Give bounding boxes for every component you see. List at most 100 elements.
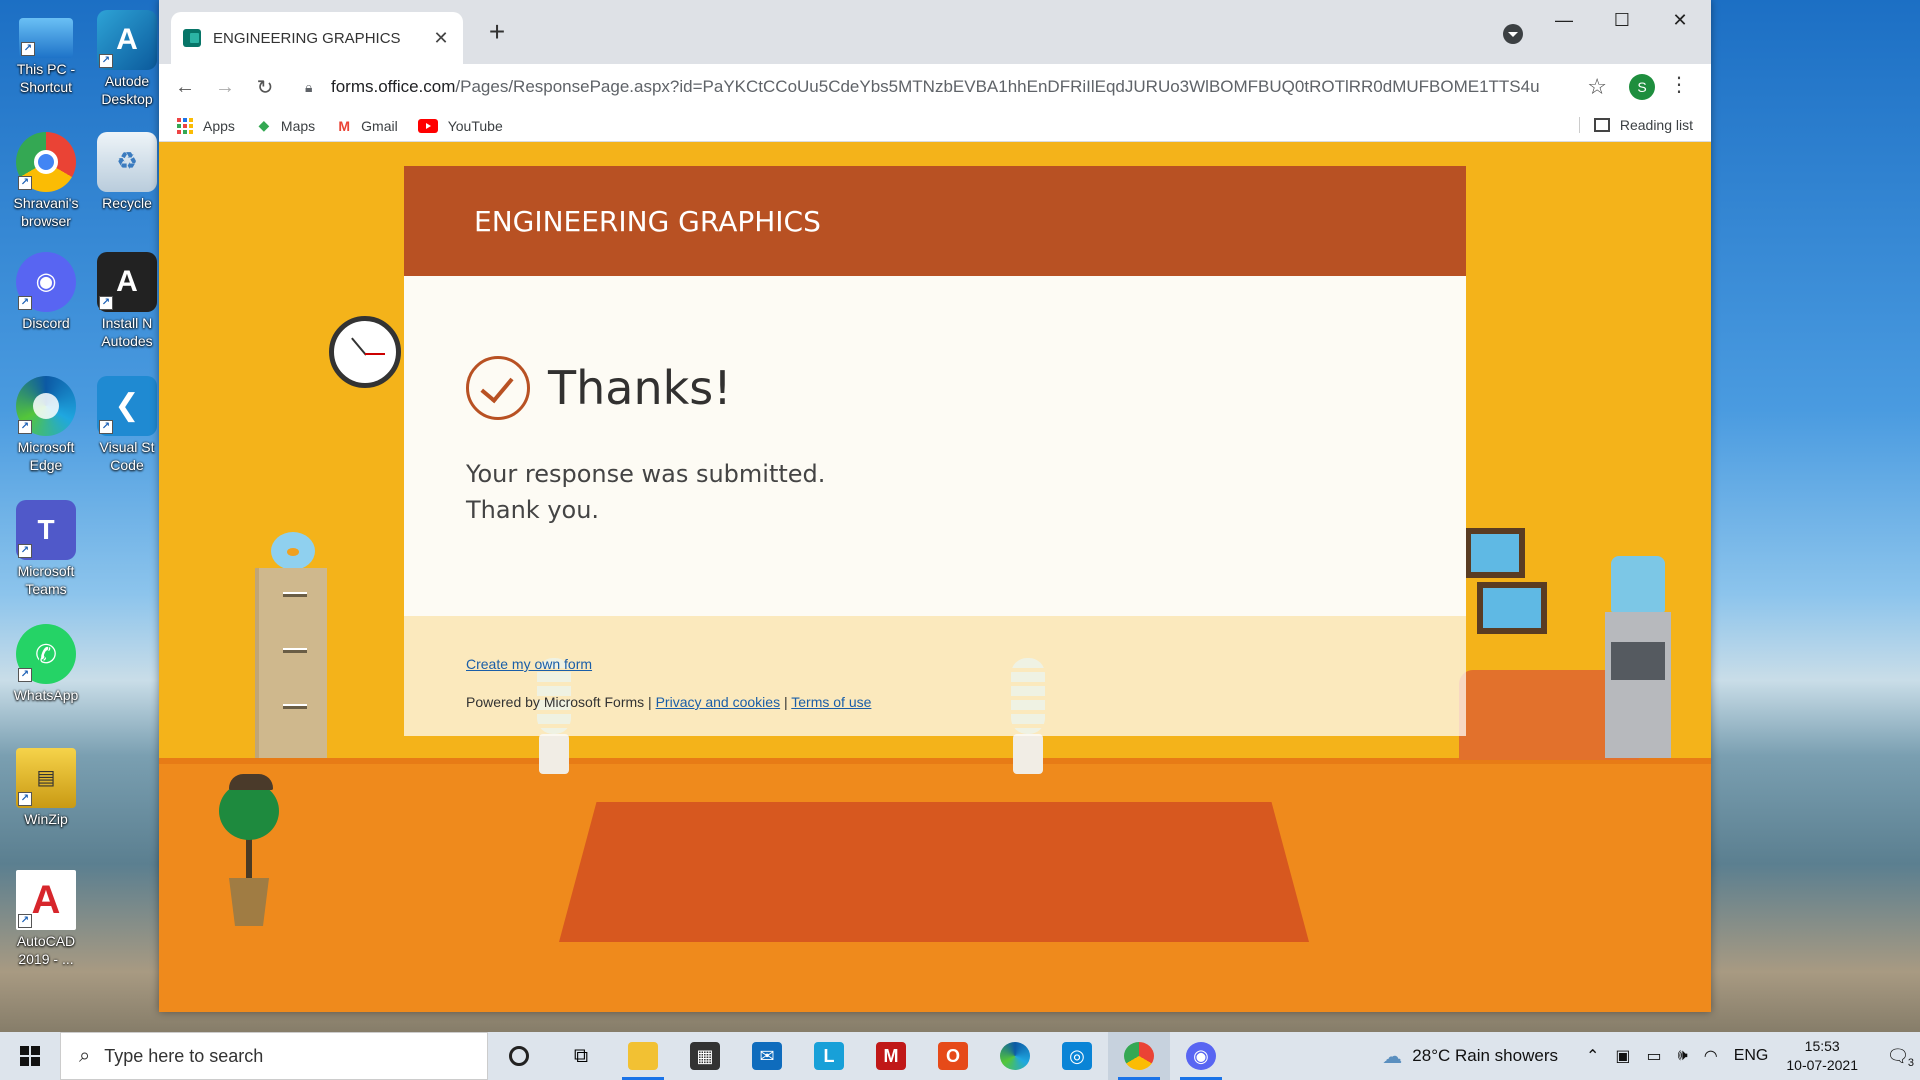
search-icon: ⌕ bbox=[79, 1044, 91, 1067]
bookmark-maps[interactable]: ◆ Maps bbox=[255, 117, 316, 134]
water-cooler-illustration bbox=[1605, 612, 1671, 758]
reload-icon[interactable]: ↻ bbox=[245, 75, 285, 100]
minimize-button[interactable]: — bbox=[1535, 0, 1593, 40]
bookmark-youtube[interactable]: YouTube bbox=[417, 117, 503, 134]
start-button[interactable] bbox=[0, 1032, 60, 1080]
desktop-icon-winzip[interactable]: ▤ ↗ WinZip bbox=[2, 748, 90, 828]
desktop-icon-edge[interactable]: ↗ Microsoft Edge bbox=[2, 376, 90, 474]
device-icon[interactable]: ▣ bbox=[1615, 1046, 1630, 1066]
browser-toolbar: ← → ↻ 🔒︎ forms.office.com/Pages/Response… bbox=[159, 64, 1711, 110]
powered-by-text: Powered by Microsoft Forms | bbox=[466, 694, 652, 710]
clock-date: 10-07-2021 bbox=[1786, 1057, 1858, 1073]
desktop-icon-chrome[interactable]: ↗ Shravani's browser bbox=[2, 132, 90, 230]
edge-icon bbox=[1000, 1042, 1030, 1070]
taskbar-search[interactable]: ⌕ Type here to search bbox=[60, 1032, 488, 1080]
desktop-icon-teams[interactable]: T ↗ Microsoft Teams bbox=[2, 500, 90, 598]
youtube-icon bbox=[417, 118, 438, 133]
tab-search-icon[interactable] bbox=[1503, 24, 1523, 44]
taskbar-office[interactable]: O bbox=[922, 1032, 984, 1080]
tab-bar: ENGINEERING GRAPHICS ✕ + — ☐ ✕ bbox=[159, 0, 1711, 64]
chrome-icon bbox=[1124, 1042, 1154, 1070]
computer-icon: ↗ bbox=[19, 18, 73, 58]
powered-by-line: Powered by Microsoft Forms | Privacy and… bbox=[466, 694, 871, 710]
hat-illustration bbox=[229, 774, 273, 790]
forms-favicon-icon bbox=[183, 29, 201, 47]
desktop-icon-label: Recycle bbox=[102, 195, 152, 211]
desktop-icon-autodesk[interactable]: A ↗ Autode Desktop bbox=[92, 10, 162, 108]
maximize-button[interactable]: ☐ bbox=[1593, 0, 1651, 40]
volume-icon[interactable]: 🕪︎ bbox=[1678, 1047, 1688, 1065]
tab-engineering-graphics[interactable]: ENGINEERING GRAPHICS ✕ bbox=[171, 12, 463, 64]
autodesk-icon: A ↗ bbox=[97, 10, 157, 70]
check-circle-icon bbox=[466, 356, 530, 420]
desktop-icon-autocad[interactable]: A ↗ AutoCAD 2019 - ... bbox=[2, 870, 90, 968]
plant-pot-illustration bbox=[229, 878, 269, 926]
desktop-icon-this-pc[interactable]: ↗ This PC - Shortcut bbox=[2, 10, 90, 96]
bookmark-label: Gmail bbox=[361, 117, 398, 134]
reading-list-icon bbox=[1593, 118, 1610, 132]
taskbar-file-explorer[interactable] bbox=[612, 1032, 674, 1080]
close-window-button[interactable]: ✕ bbox=[1651, 0, 1709, 40]
clock[interactable]: 15:53 10-07-2021 bbox=[1786, 1037, 1858, 1075]
task-view-button[interactable]: ⧉ bbox=[550, 1032, 612, 1080]
bookmark-label: Apps bbox=[203, 117, 235, 134]
reading-list-button[interactable]: Reading list bbox=[1578, 117, 1693, 133]
desktop-icon-discord[interactable]: ◉ ↗ Discord bbox=[2, 252, 90, 332]
l-app-icon: L bbox=[814, 1042, 844, 1070]
notification-button[interactable]: 🗨︎ 3 bbox=[1876, 1046, 1920, 1069]
mcafee-icon: M bbox=[876, 1042, 906, 1070]
bookmark-star-icon[interactable]: ☆ bbox=[1587, 74, 1607, 100]
maps-icon: ◆ bbox=[258, 117, 270, 133]
profile-avatar[interactable]: S bbox=[1629, 74, 1655, 100]
taskbar-app-blue[interactable]: ◎ bbox=[1046, 1032, 1108, 1080]
taskbar: ⌕ Type here to search ⧉ ▦ ✉ L M O ◎ ◉ ☁ … bbox=[0, 1032, 1920, 1080]
wifi-icon[interactable]: ◠ bbox=[1704, 1046, 1718, 1066]
desktop-icon-vscode[interactable]: ❮ ↗ Visual St Code bbox=[92, 376, 162, 474]
battery-icon[interactable]: ▭ bbox=[1647, 1046, 1662, 1066]
taskbar-mail[interactable]: ✉ bbox=[736, 1032, 798, 1080]
fishbowl-illustration bbox=[271, 532, 315, 570]
bookmark-gmail[interactable]: M Gmail bbox=[335, 117, 398, 134]
language-indicator[interactable]: ENG bbox=[1734, 1047, 1769, 1065]
create-form-link[interactable]: Create my own form bbox=[466, 656, 592, 672]
taskbar-discord[interactable]: ◉ bbox=[1170, 1032, 1232, 1080]
teams-icon: T ↗ bbox=[16, 500, 76, 560]
chevron-up-icon[interactable]: ⌃ bbox=[1586, 1046, 1599, 1066]
address-bar[interactable]: 🔒︎ forms.office.com/Pages/ResponsePage.a… bbox=[295, 68, 1579, 106]
tab-close-icon[interactable]: ✕ bbox=[431, 28, 451, 49]
taskbar-store[interactable]: ▦ bbox=[674, 1032, 736, 1080]
desktop-icon-label: WinZip bbox=[24, 811, 68, 827]
taskbar-l-app[interactable]: L bbox=[798, 1032, 860, 1080]
bookmark-label: YouTube bbox=[447, 117, 503, 134]
new-tab-button[interactable]: + bbox=[481, 16, 513, 48]
form-card: ENGINEERING GRAPHICS Thanks! Your respon… bbox=[404, 166, 1466, 616]
privacy-link[interactable]: Privacy and cookies bbox=[656, 694, 781, 710]
bookmark-apps[interactable]: Apps bbox=[177, 117, 235, 134]
apps-grid-icon bbox=[177, 117, 193, 134]
desktop-icon-whatsapp[interactable]: ✆ ↗ WhatsApp bbox=[2, 624, 90, 704]
desktop-icon-label: Visual St Code bbox=[99, 439, 155, 473]
plant-leaves-illustration bbox=[219, 782, 279, 840]
terms-link[interactable]: Terms of use bbox=[791, 694, 871, 710]
system-tray: ☁ 28°C Rain showers ⌃ ▣ ▭ 🕪︎ ◠ ENG 15:53… bbox=[1382, 1032, 1920, 1080]
cortana-button[interactable] bbox=[488, 1032, 550, 1080]
rug-illustration bbox=[559, 802, 1309, 942]
clock-illustration bbox=[329, 316, 401, 388]
back-arrow-icon[interactable]: ← bbox=[165, 76, 205, 99]
forward-arrow-icon[interactable]: → bbox=[205, 76, 245, 99]
taskbar-mcafee[interactable]: M bbox=[860, 1032, 922, 1080]
tab-title: ENGINEERING GRAPHICS bbox=[213, 29, 401, 47]
desktop-icon-label: Shravani's browser bbox=[13, 195, 79, 229]
taskbar-chrome[interactable] bbox=[1108, 1032, 1170, 1080]
forms-response-page: ENGINEERING GRAPHICS Thanks! Your respon… bbox=[159, 142, 1711, 1012]
menu-kebab-icon[interactable]: ⋮ bbox=[1669, 72, 1689, 97]
weather-widget[interactable]: ☁ 28°C Rain showers bbox=[1382, 1044, 1558, 1069]
autodesk-install-icon: A ↗ bbox=[97, 252, 157, 312]
desktop-icon-install-autodesk[interactable]: A ↗ Install N Autodes bbox=[92, 252, 162, 350]
desktop-icon-recycle-bin[interactable]: ♻ Recycle bbox=[92, 132, 162, 212]
desktop-icon-label: Autode Desktop bbox=[101, 73, 153, 107]
submitted-line: Your response was submitted. bbox=[466, 460, 826, 488]
taskbar-edge[interactable] bbox=[984, 1032, 1046, 1080]
browser-window: ENGINEERING GRAPHICS ✕ + — ☐ ✕ ← → ↻ 🔒︎ … bbox=[159, 0, 1711, 1012]
desktop-icon-label: This PC - Shortcut bbox=[16, 61, 76, 95]
